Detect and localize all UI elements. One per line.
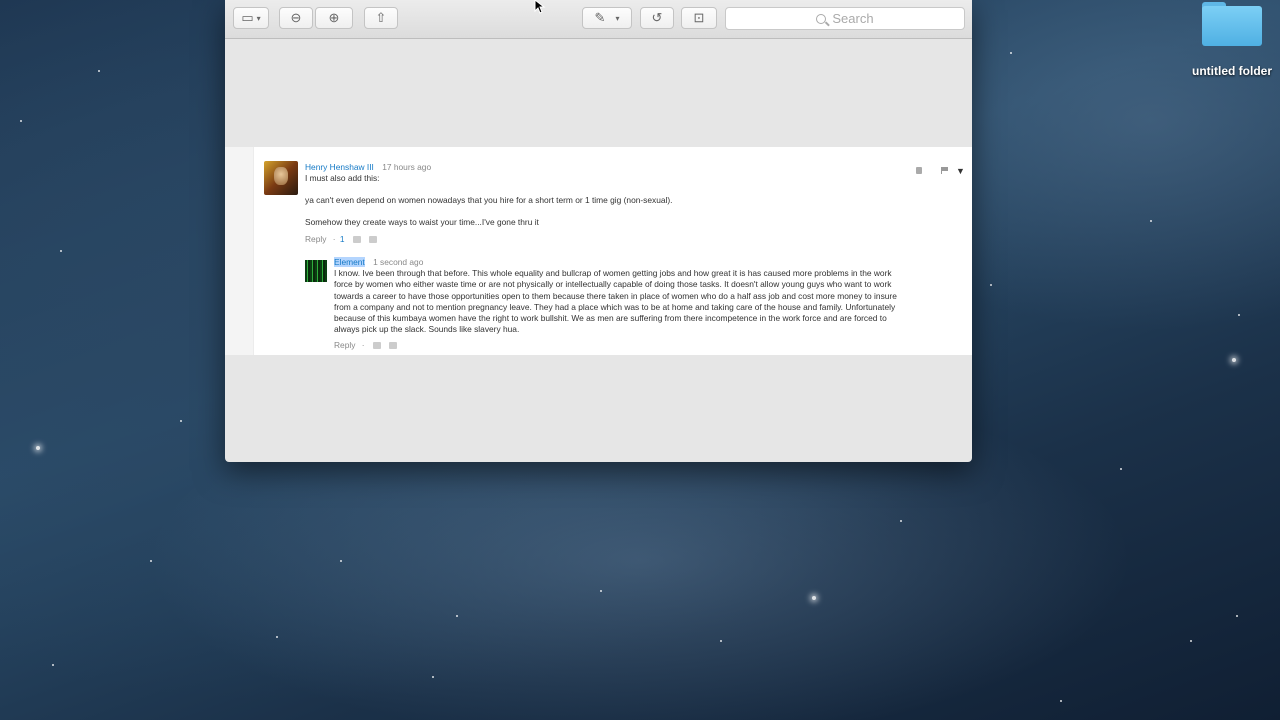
reply-time[interactable]: 1 second ago bbox=[373, 257, 423, 267]
comment-author[interactable]: Henry Henshaw III bbox=[305, 162, 374, 172]
reply-text: I know. Ive been through that before. Th… bbox=[334, 268, 969, 336]
reply-author[interactable]: Element bbox=[334, 257, 365, 267]
reply-button[interactable]: Reply bbox=[305, 234, 326, 244]
reply-text-line: I know. Ive been through that before. Th… bbox=[334, 268, 892, 278]
toolbox-icon: ⊡ bbox=[693, 10, 705, 25]
reply-text-line: from a company and not to mention pregna… bbox=[334, 301, 896, 312]
search-placeholder: Search bbox=[832, 11, 874, 26]
folder-icon bbox=[1202, 0, 1262, 48]
comment-section: Henry Henshaw III 17 hours ago I must al… bbox=[225, 147, 972, 355]
avatar[interactable] bbox=[305, 260, 327, 282]
chevron-down-icon: ▾ bbox=[615, 13, 620, 23]
mouse-cursor-icon bbox=[534, 0, 546, 14]
preview-window: ▭ ▾ ⊖ ⊕ ⇧ ✎ ▾ ↺ ⊡ Search Henry Henshaw III bbox=[225, 0, 972, 462]
left-gutter bbox=[225, 147, 254, 355]
comment-text-line: Somehow they create ways to waist your t… bbox=[305, 217, 539, 227]
thumbs-down-icon[interactable] bbox=[369, 236, 378, 244]
thumbs-up-icon[interactable] bbox=[352, 236, 361, 244]
chevron-down-icon: ▾ bbox=[256, 13, 261, 23]
window-toolbar: ▭ ▾ ⊖ ⊕ ⇧ ✎ ▾ ↺ ⊡ Search bbox=[225, 0, 972, 39]
flag-icon[interactable] bbox=[941, 167, 950, 174]
separator: · bbox=[361, 340, 365, 350]
page-area-top bbox=[225, 39, 972, 147]
zoom-in-button[interactable]: ⊕ bbox=[315, 7, 353, 29]
reply-button[interactable]: Reply bbox=[334, 340, 355, 350]
search-icon bbox=[816, 13, 827, 24]
like-count: 1 bbox=[339, 234, 345, 244]
share-button[interactable]: ⇧ bbox=[364, 7, 398, 29]
avatar[interactable] bbox=[264, 161, 298, 195]
folder-label: untitled folder bbox=[1192, 64, 1272, 78]
thumbs-down-icon[interactable] bbox=[389, 342, 398, 350]
sidebar-icon: ▭ bbox=[241, 10, 254, 25]
reply-text-line: force by women who either waste time or … bbox=[334, 279, 892, 290]
reply-text-line: always pick up the slack. Sounds like sl… bbox=[334, 324, 520, 335]
zoom-out-icon: ⊖ bbox=[290, 10, 302, 25]
untitled-folder[interactable]: untitled folder bbox=[1186, 0, 1278, 78]
markup-button[interactable]: ✎ ▾ bbox=[582, 7, 632, 29]
rotate-button[interactable]: ↺ bbox=[640, 7, 674, 29]
zoom-in-icon: ⊕ bbox=[328, 10, 340, 25]
share-icon: ⇧ bbox=[375, 10, 387, 25]
comment-text-line: ya can't even depend on women nowadays t… bbox=[305, 195, 673, 205]
trash-icon[interactable] bbox=[916, 167, 922, 174]
separator: · bbox=[332, 234, 336, 244]
thumbs-up-icon[interactable] bbox=[372, 342, 381, 350]
comment-time[interactable]: 17 hours ago bbox=[382, 162, 431, 172]
reply-text-line: towards a career to have those opportuni… bbox=[334, 290, 897, 301]
comment-text-line: I must also add this: bbox=[305, 173, 380, 183]
reply-text-line: because of this kumbaya women have the r… bbox=[334, 313, 887, 324]
more-options-icon[interactable]: ▼ bbox=[956, 166, 965, 176]
pen-icon: ✎ bbox=[594, 10, 606, 25]
zoom-out-button[interactable]: ⊖ bbox=[279, 7, 313, 29]
search-field[interactable]: Search bbox=[725, 7, 965, 30]
toolbox-button[interactable]: ⊡ bbox=[681, 7, 717, 29]
sidebar-toggle-button[interactable]: ▭ ▾ bbox=[233, 7, 269, 29]
rotate-icon: ↺ bbox=[651, 10, 663, 25]
